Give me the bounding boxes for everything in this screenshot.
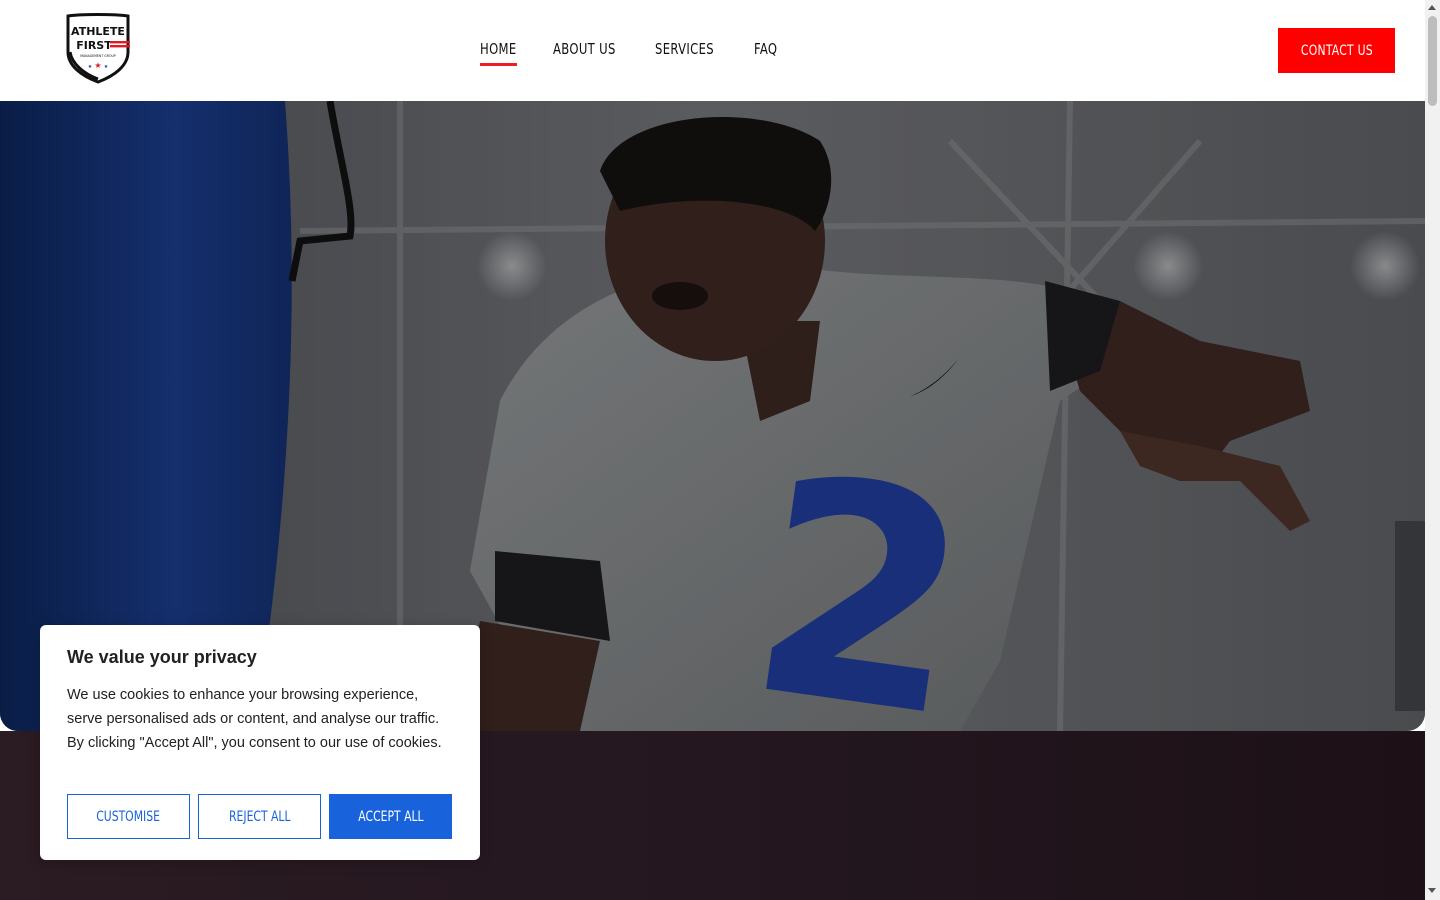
shield-logo-icon: ATHLETE FIRST MANAGEMENT GROUP ★ ★ ★ [66, 13, 130, 84]
accept-all-label: ACCEPT ALL [357, 808, 424, 825]
svg-text:★: ★ [104, 64, 109, 70]
svg-text:★: ★ [88, 64, 93, 70]
accept-all-button[interactable]: ACCEPT ALL [329, 794, 452, 839]
cookie-description: We use cookies to enhance your browsing … [67, 687, 442, 751]
customise-button[interactable]: CUSTOMISE [67, 794, 190, 839]
reject-all-button[interactable]: REJECT ALL [198, 794, 321, 839]
cookie-banner: We value your privacy We use cookies to … [40, 625, 480, 860]
contact-us-button[interactable]: CONTACT US [1278, 28, 1395, 73]
scroll-up-icon[interactable] [1428, 5, 1436, 10]
site-logo[interactable]: ATHLETE FIRST MANAGEMENT GROUP ★ ★ ★ [62, 12, 134, 84]
logo-line1: ATHLETE [71, 25, 125, 38]
main-nav: HOME ABOUT US SERVICES FAQ [480, 40, 811, 66]
cookie-title: We value your privacy [67, 647, 257, 667]
page: ATHLETE FIRST MANAGEMENT GROUP ★ ★ ★ HOM… [0, 0, 1440, 900]
svg-text:★: ★ [94, 61, 101, 70]
nav-item-faq[interactable]: FAQ [754, 40, 777, 66]
contact-us-label: CONTACT US [1300, 42, 1373, 59]
site-header: ATHLETE FIRST MANAGEMENT GROUP ★ ★ ★ HOM… [0, 0, 1425, 101]
reject-all-label: REJECT ALL [228, 808, 291, 825]
nav-item-services[interactable]: SERVICES [655, 40, 714, 66]
customise-label: CUSTOMISE [96, 808, 161, 825]
nav-item-about-us[interactable]: ABOUT US [553, 40, 616, 66]
scroll-thumb[interactable] [1428, 16, 1437, 106]
logo-line2: FIRST [76, 39, 112, 52]
scroll-down-icon[interactable] [1428, 888, 1436, 893]
cookie-actions: CUSTOMISE REJECT ALL ACCEPT ALL [67, 794, 452, 839]
nav-item-home[interactable]: HOME [480, 40, 517, 66]
page-scrollbar[interactable] [1425, 0, 1440, 900]
logo-tagline: MANAGEMENT GROUP [80, 54, 116, 58]
